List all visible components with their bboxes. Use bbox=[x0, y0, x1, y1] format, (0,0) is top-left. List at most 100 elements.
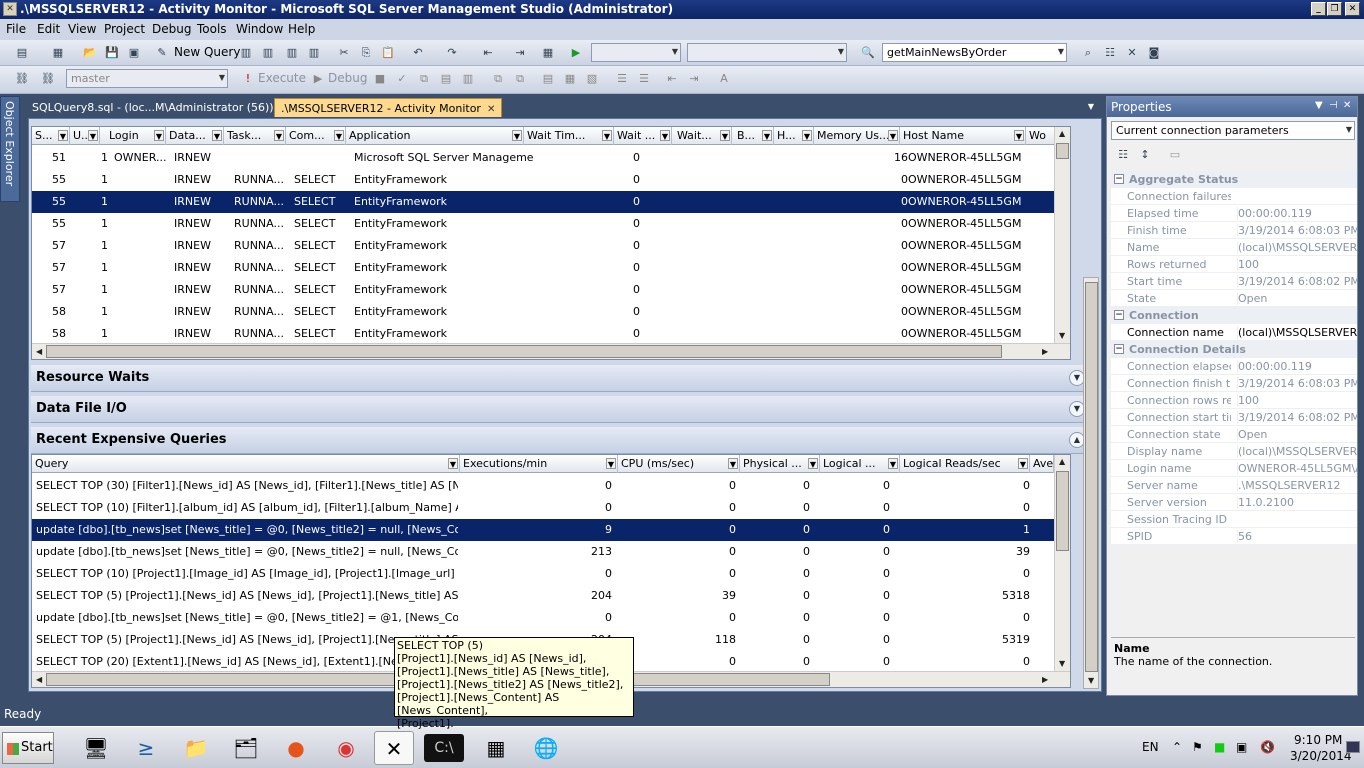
network-icon[interactable]: ▦ bbox=[476, 731, 516, 765]
query-type2-icon[interactable]: ▥ bbox=[260, 45, 276, 61]
tools-icon[interactable]: ✕ bbox=[1124, 45, 1140, 61]
tab-activity-monitor[interactable]: .\MSSQLSERVER12 - Activity Monitor ✕ bbox=[274, 98, 503, 117]
uncomment-icon[interactable]: ☰ bbox=[636, 71, 652, 87]
table-row[interactable]: 58 1 IRNEW RUNNA... SELECT EntityFramework 0 0 O… bbox=[32, 323, 1054, 345]
column-header[interactable]: Ave bbox=[1030, 455, 1054, 473]
property-row[interactable]: Connection failures bbox=[1111, 188, 1357, 205]
green-status-icon[interactable]: ■ bbox=[1214, 740, 1225, 754]
column-header[interactable]: Data... ▼ bbox=[166, 127, 224, 145]
processes-hscrollbar[interactable]: ◀ ▶ bbox=[32, 343, 1070, 359]
table-row[interactable]: SELECT TOP (10) [Project1].[Image_id] AS… bbox=[32, 563, 1054, 585]
comment-icon[interactable]: ☰ bbox=[614, 71, 630, 87]
collapse-icon[interactable]: − bbox=[1114, 310, 1124, 320]
server-manager-icon[interactable]: 🖥 bbox=[76, 731, 116, 765]
firefox-icon[interactable]: ● bbox=[276, 731, 316, 765]
queries-vscrollbar[interactable]: ▲ ▼ bbox=[1054, 455, 1070, 671]
database-combo[interactable]: master ▼ bbox=[66, 69, 228, 88]
start-button[interactable]: Start bbox=[2, 732, 54, 764]
minimize-button[interactable]: _ bbox=[1311, 2, 1326, 16]
property-row[interactable]: Connection finish time 3/19/2014 6:08:03 … bbox=[1111, 375, 1357, 392]
query-type3-icon[interactable]: ▥ bbox=[284, 45, 300, 61]
scroll-down-icon[interactable]: ▼ bbox=[1088, 676, 1094, 685]
column-header[interactable]: Logical Reads/sec ▼ bbox=[900, 455, 1030, 473]
redo-icon[interactable]: ↷ bbox=[444, 45, 460, 61]
column-header[interactable]: Application ▼ bbox=[346, 127, 524, 145]
chrome-icon[interactable]: ◉ bbox=[326, 731, 366, 765]
scroll-thumb[interactable] bbox=[1056, 471, 1069, 551]
property-category[interactable]: − Connection bbox=[1111, 307, 1357, 324]
table-row[interactable]: update [dbo].[tb_news]set [News_title] =… bbox=[32, 541, 1054, 563]
property-row[interactable]: Connection state Open bbox=[1111, 426, 1357, 443]
filter-dropdown-icon[interactable]: ▼ bbox=[212, 130, 222, 141]
dropdown-chevron-icon[interactable]: ▼ bbox=[1315, 100, 1323, 111]
filter-dropdown-icon[interactable]: ▼ bbox=[762, 130, 772, 141]
restore-button[interactable]: ❐ bbox=[1327, 2, 1342, 16]
ssms-taskbar-icon[interactable]: ✕ bbox=[374, 731, 414, 765]
menu-project[interactable]: Project bbox=[104, 22, 145, 36]
copy-icon[interactable]: ⎘ bbox=[358, 45, 374, 61]
find-in-files-icon[interactable]: 🔍 bbox=[860, 45, 876, 61]
filter-dropdown-icon[interactable]: ▼ bbox=[274, 130, 284, 141]
menu-tools[interactable]: Tools bbox=[197, 22, 227, 36]
property-row[interactable]: Start time 3/19/2014 6:08:02 PM bbox=[1111, 273, 1357, 290]
results-text-icon[interactable]: ▤ bbox=[540, 71, 556, 87]
scroll-down-icon[interactable]: ▼ bbox=[1059, 331, 1065, 340]
scroll-left-icon[interactable]: ◀ bbox=[36, 347, 42, 356]
clock-date[interactable]: 3/20/2014 bbox=[1290, 749, 1352, 763]
tab-list-chevron-down-icon[interactable]: ▼ bbox=[1088, 102, 1094, 111]
column-header[interactable]: U... ▼ bbox=[70, 127, 100, 145]
filter-dropdown-icon[interactable]: ▼ bbox=[448, 458, 458, 469]
column-header[interactable]: S... ▼ bbox=[32, 127, 70, 145]
close-button[interactable]: ✕ bbox=[1345, 2, 1360, 16]
scroll-right-icon[interactable]: ▶ bbox=[1042, 347, 1048, 356]
table-row[interactable]: 57 1 IRNEW RUNNA... SELECT EntityFramework 0 0 O… bbox=[32, 257, 1054, 279]
filter-dropdown-icon[interactable]: ▼ bbox=[606, 458, 616, 469]
undo-icon[interactable]: ↶ bbox=[410, 45, 426, 61]
include-plan-icon[interactable]: ⧉ bbox=[490, 71, 506, 87]
alphabetical-icon[interactable]: ↕ bbox=[1137, 147, 1153, 163]
client-stats-icon[interactable]: ⧉ bbox=[512, 71, 528, 87]
resource-waits-header[interactable]: Resource Waits ▼ bbox=[31, 365, 1099, 392]
scroll-thumb[interactable] bbox=[1056, 143, 1069, 159]
navigate-forward-icon[interactable]: ⇥ bbox=[512, 45, 528, 61]
table-row[interactable]: 55 1 IRNEW RUNNA... SELECT EntityFramework 0 0 O… bbox=[32, 169, 1054, 191]
query-designer-icon[interactable]: ▤ bbox=[438, 71, 454, 87]
property-row[interactable]: Name (local)\MSSQLSERVER12 bbox=[1111, 239, 1357, 256]
table-row[interactable]: 55 1 IRNEW RUNNA... SELECT EntityFramework 0 0 O… bbox=[32, 213, 1054, 235]
filter-dropdown-icon[interactable]: ▼ bbox=[660, 130, 670, 141]
save-icon[interactable]: 💾 bbox=[104, 45, 120, 61]
tab-sql-query[interactable]: SQLQuery8.sql - (loc...M\Administrator (… bbox=[26, 98, 285, 117]
object-explorer-icon[interactable]: ☷ bbox=[1102, 45, 1118, 61]
results-file-icon[interactable]: ▧ bbox=[584, 71, 600, 87]
column-header[interactable]: Executions/min ▼ bbox=[460, 455, 618, 473]
table-row[interactable]: 57 1 IRNEW RUNNA... SELECT EntityFramework 0 0 O… bbox=[32, 235, 1054, 257]
scroll-up-icon[interactable]: ▲ bbox=[1059, 457, 1065, 466]
solution-config-combo[interactable]: ▼ bbox=[591, 43, 681, 62]
scroll-up-icon[interactable]: ▲ bbox=[1059, 129, 1065, 138]
disconnect-icon[interactable]: ⛓ bbox=[40, 71, 56, 87]
network-tray-icon[interactable]: ▣ bbox=[1236, 740, 1247, 754]
command-prompt-icon[interactable]: C:\ bbox=[424, 734, 464, 762]
menu-window[interactable]: Window bbox=[236, 22, 283, 36]
results-grid-icon[interactable]: ▦ bbox=[562, 71, 578, 87]
show-desktop-icon[interactable] bbox=[1346, 741, 1360, 753]
globe-icon[interactable]: 🌐 bbox=[526, 731, 566, 765]
column-header[interactable]: Wait... ▼ bbox=[674, 127, 732, 145]
collapse-icon[interactable]: − bbox=[1114, 174, 1124, 184]
property-row[interactable]: Finish time 3/19/2014 6:08:03 PM bbox=[1111, 222, 1357, 239]
file-explorer-icon[interactable]: 📁 bbox=[176, 731, 216, 765]
filter-dropdown-icon[interactable]: ▼ bbox=[720, 130, 730, 141]
property-row[interactable]: Elapsed time 00:00:00.119 bbox=[1111, 205, 1357, 222]
table-row[interactable]: update [dbo].[tb_news]set [News_title] =… bbox=[32, 519, 1054, 541]
property-pages-icon[interactable]: ▭ bbox=[1167, 147, 1183, 163]
table-row[interactable]: 58 1 IRNEW RUNNA... SELECT EntityFramework 0 0 O… bbox=[32, 301, 1054, 323]
close-icon[interactable]: ✕ bbox=[1343, 100, 1351, 111]
property-row[interactable]: State Open bbox=[1111, 290, 1357, 307]
property-row[interactable]: Session Tracing ID bbox=[1111, 511, 1357, 528]
panel-scroll-thumb[interactable] bbox=[1085, 282, 1098, 672]
powershell-icon[interactable]: ≥ bbox=[126, 731, 166, 765]
column-header[interactable]: Logical ... ▼ bbox=[820, 455, 900, 473]
execute-icon[interactable]: ! bbox=[240, 71, 256, 87]
column-header[interactable]: Wo bbox=[1026, 127, 1056, 145]
pin-icon[interactable]: ⊣ bbox=[1329, 100, 1338, 111]
